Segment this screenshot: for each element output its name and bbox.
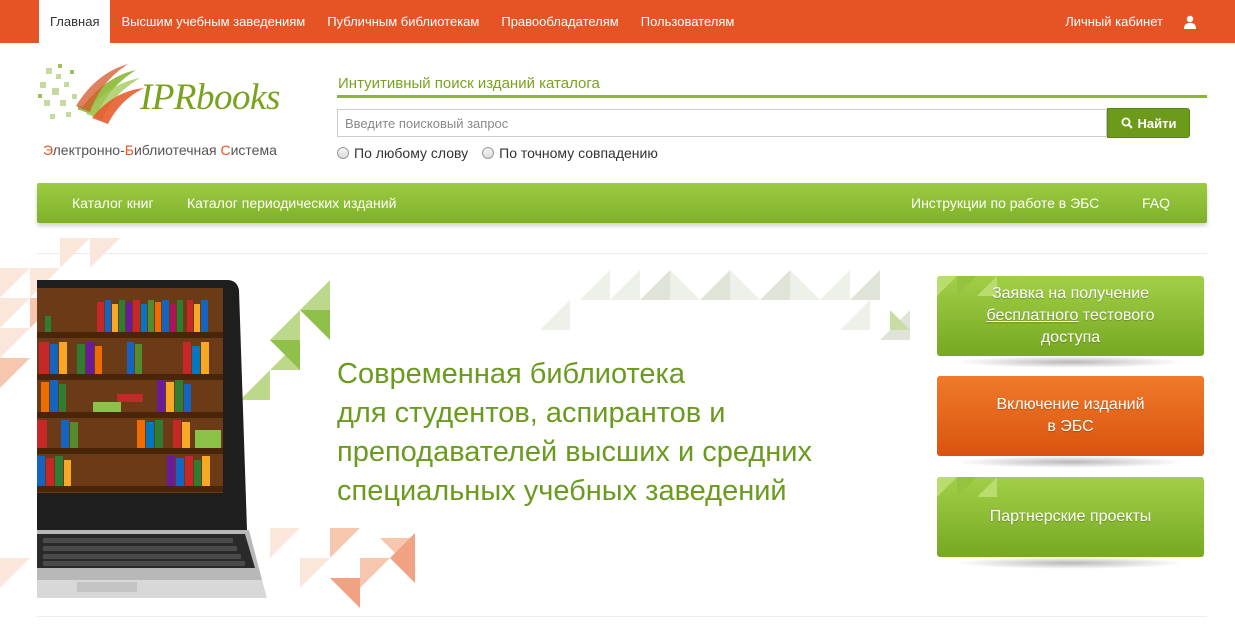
site-logo[interactable]: IPRbooks Электронно-Библиотечная Система [36, 60, 308, 164]
logo-wordmark: IPRbooks [140, 76, 280, 119]
laptop-bookshelf-image [37, 280, 267, 598]
hero-headline: Современная библиотека для студентов, ас… [337, 355, 812, 511]
top-nav-universities[interactable]: Высшим учебным заведениям [110, 0, 316, 43]
logo-mark-icon [38, 64, 144, 124]
trial-access-button[interactable]: Заявка на получение бесплатного тестовог… [937, 276, 1204, 356]
user-icon[interactable] [1183, 15, 1197, 29]
partners-label: Партнерские проекты [989, 508, 1152, 525]
logo-sub-part3: истема [230, 142, 277, 158]
search-underline [337, 95, 1207, 98]
trial-line-2: бесплатного тестового [937, 305, 1204, 327]
trial-line-3: доступа [1040, 329, 1101, 346]
nav-faq[interactable]: FAQ [1142, 183, 1170, 223]
trial-line-2-rest: тестового [1078, 307, 1155, 324]
logo-ipr: IPR [140, 77, 197, 118]
top-nav-home[interactable]: Главная [39, 0, 111, 43]
partners-button-shadow [955, 557, 1185, 569]
trial-line-1: Заявка на получение [991, 285, 1150, 302]
radio-any-word-label: По любому слову [354, 145, 469, 161]
top-nav-public-libraries[interactable]: Публичным библиотекам [316, 0, 490, 43]
include-button-shadow [955, 456, 1185, 468]
radio-exact-match-label: По точному совпадению [499, 145, 658, 161]
search-input[interactable] [337, 109, 1107, 137]
include-line-1: Включение изданий [996, 396, 1145, 413]
account-area: Личный кабинет [1065, 0, 1197, 43]
nav-book-catalog[interactable]: Каталог книг [72, 183, 154, 223]
logo-sub-e: Э [43, 142, 53, 158]
hero-line-2: для студентов, аспирантов и [337, 397, 726, 429]
radio-exact-match[interactable]: По точному совпадению [482, 145, 658, 161]
nav-instructions[interactable]: Инструкции по работе в ЭБС [911, 183, 1099, 223]
nav-periodicals-catalog[interactable]: Каталог периодических изданий [187, 183, 396, 223]
hero-line-3: преподавателей высших и средних [337, 436, 812, 468]
radio-any-word-dot[interactable] [337, 147, 349, 159]
search-mode: По любому слову По точному совпадению [337, 145, 672, 161]
partner-projects-button[interactable]: Партнерские проекты [937, 477, 1204, 557]
account-link[interactable]: Личный кабинет [1065, 14, 1163, 29]
trial-button-shadow [955, 356, 1185, 368]
include-publications-button[interactable]: Включение изданий в ЭБС [937, 376, 1204, 456]
radio-any-word[interactable]: По любому слову [337, 145, 468, 161]
trial-free-word: бесплатного [986, 307, 1079, 324]
search-icon [1121, 117, 1133, 129]
hero-line-4: специальных учебных заведений [337, 475, 787, 507]
top-nav-rightholders[interactable]: Правообладателям [490, 0, 629, 43]
top-nav: Главная Высшим учебным заведениям Публич… [39, 0, 745, 43]
logo-sub-s: С [220, 142, 231, 158]
top-bar: Главная Высшим учебным заведениям Публич… [0, 0, 1235, 43]
logo-books: books [196, 77, 280, 118]
logo-sub-part1: лектронно- [52, 142, 125, 158]
search-button[interactable]: Найти [1107, 108, 1190, 138]
radio-exact-match-dot[interactable] [482, 147, 495, 159]
logo-sub-b: Б [124, 142, 134, 158]
bottom-divider [37, 616, 1207, 617]
include-line-2: в ЭБС [1047, 418, 1094, 435]
search-button-label: Найти [1137, 115, 1177, 131]
search-title: Интуитивный поиск изданий каталога [338, 75, 600, 92]
catalog-nav: Каталог книг Каталог периодических издан… [37, 183, 1207, 223]
hero-line-1: Современная библиотека [337, 358, 685, 390]
logo-subtitle: Электронно-Библиотечная Система [43, 142, 277, 158]
logo-sub-part2: иблиотечная [133, 142, 221, 158]
top-nav-users[interactable]: Пользователям [630, 0, 746, 43]
